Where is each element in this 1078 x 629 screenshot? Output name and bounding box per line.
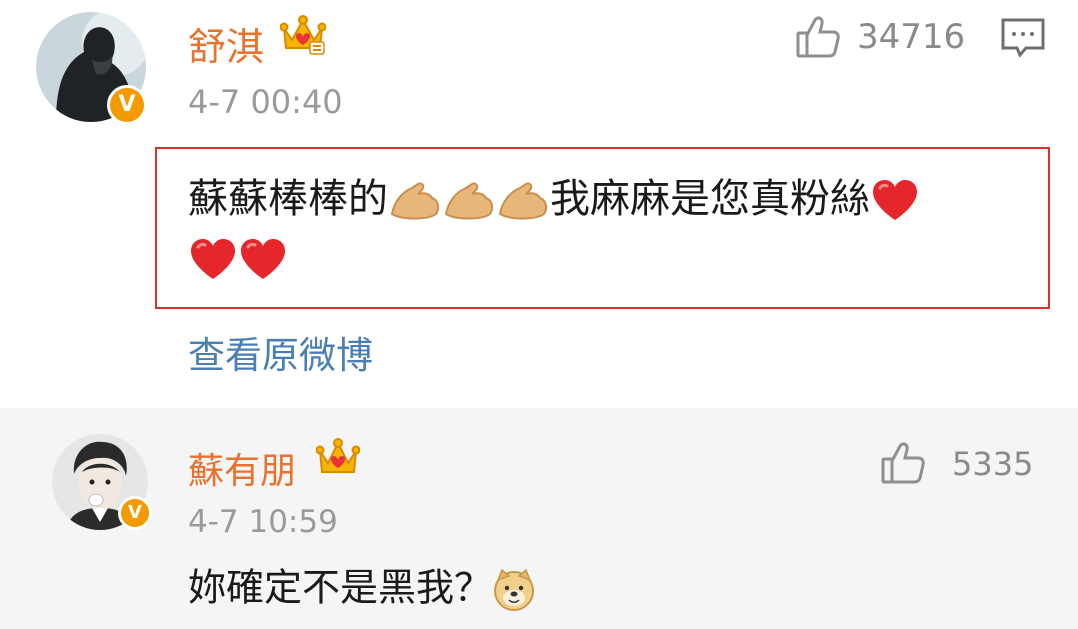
vip-crown-icon <box>279 14 327 60</box>
comment-text-content: 妳確定不是黑我？ <box>188 565 493 610</box>
comment-item: V 蘇有朋 4-7 10:59 5335 妳確定不是黑我？ <box>0 408 1078 629</box>
view-original-link[interactable]: 查看原微博 <box>188 325 373 379</box>
heart-emoji <box>188 237 238 283</box>
comment-text-part-2: 我麻麻是您真粉絲 <box>550 176 870 222</box>
muscle-emoji <box>496 180 550 222</box>
doge-emoji <box>492 568 536 612</box>
heart-emoji <box>870 178 920 224</box>
muscle-emoji <box>442 180 496 222</box>
comment-text-line-1: 蘇蘇棒棒的 我麻麻是您真粉絲 <box>188 178 920 224</box>
comment-time: 4-7 00:40 <box>188 83 343 121</box>
username[interactable]: 蘇有朋 <box>188 442 296 494</box>
heart-emoji <box>238 237 288 283</box>
username[interactable]: 舒淇 <box>188 16 264 71</box>
muscle-emoji <box>388 180 442 222</box>
like-count: 34716 <box>857 17 966 57</box>
like-count: 5335 <box>952 445 1034 483</box>
reply-icon[interactable] <box>1000 17 1046 63</box>
comment-item: V 舒淇 4-7 00:40 34716 蘇蘇棒棒的 我麻麻是您真粉絲 查看原微… <box>0 0 1078 408</box>
comment-text: 妳確定不是黑我？ <box>188 568 536 612</box>
comment-text-part-1: 蘇蘇棒棒的 <box>188 176 388 222</box>
verified-badge: V <box>107 85 147 125</box>
highlight-box <box>155 147 1050 309</box>
verified-badge: V <box>118 496 152 530</box>
like-icon[interactable] <box>795 15 841 63</box>
like-icon[interactable] <box>880 441 926 489</box>
vip-crown-icon <box>315 438 361 482</box>
comment-text-line-2 <box>188 237 288 283</box>
comment-time: 4-7 10:59 <box>188 504 338 540</box>
weibo-comment-list: V 舒淇 4-7 00:40 34716 蘇蘇棒棒的 我麻麻是您真粉絲 查看原微… <box>0 0 1078 629</box>
